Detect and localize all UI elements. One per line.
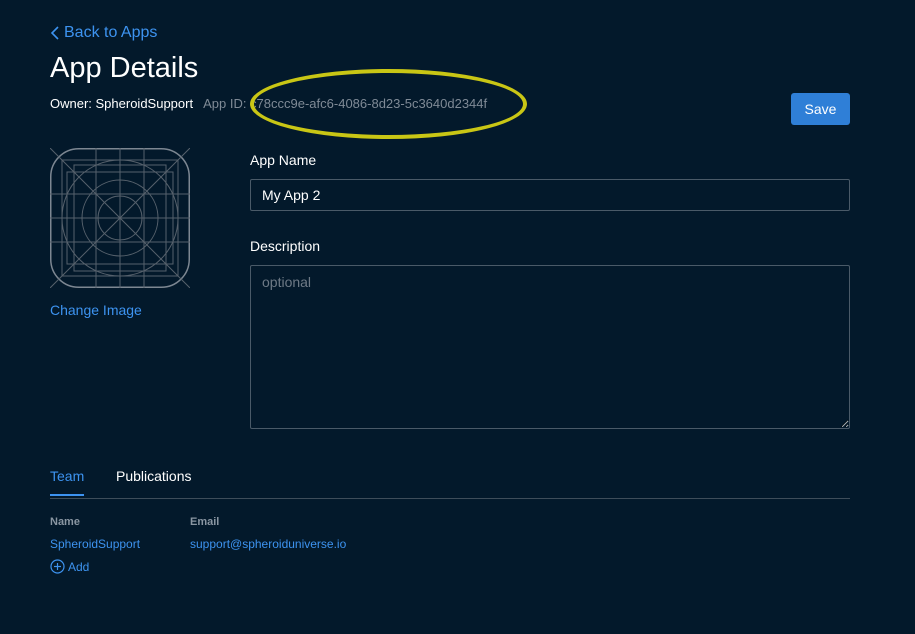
app-id-label: App ID: c78ccc9e-afc6-4086-8d23-5c3640d2… xyxy=(203,96,488,111)
app-meta: Owner: SpheroidSupport App ID: c78ccc9e-… xyxy=(50,96,487,111)
team-member-name[interactable]: SpheroidSupport xyxy=(50,537,140,551)
app-name-label: App Name xyxy=(250,152,317,168)
app-name-input[interactable] xyxy=(250,179,850,211)
back-link-label: Back to Apps xyxy=(64,24,158,41)
team-column-email: Email xyxy=(190,516,220,528)
team-member-email[interactable]: support@spheroiduniverse.io xyxy=(190,537,346,551)
app-placeholder-icon[interactable] xyxy=(50,148,190,288)
description-label: Description xyxy=(250,238,321,254)
save-button[interactable]: Save xyxy=(791,93,850,125)
tab-publications[interactable]: Publications xyxy=(116,468,192,494)
detail-tabs: Team Publications xyxy=(50,466,850,499)
owner-label: Owner: SpheroidSupport xyxy=(50,96,194,111)
plus-circle-icon xyxy=(50,559,65,574)
back-to-apps-link[interactable]: Back to Apps xyxy=(50,24,157,42)
add-team-member-button[interactable]: Add xyxy=(50,559,89,574)
page-title: App Details xyxy=(50,52,199,84)
add-label: Add xyxy=(68,559,90,574)
team-column-name: Name xyxy=(50,516,80,528)
description-textarea[interactable] xyxy=(250,265,850,429)
change-image-link[interactable]: Change Image xyxy=(50,302,142,318)
chevron-left-icon xyxy=(50,26,59,40)
tab-team[interactable]: Team xyxy=(50,468,85,496)
